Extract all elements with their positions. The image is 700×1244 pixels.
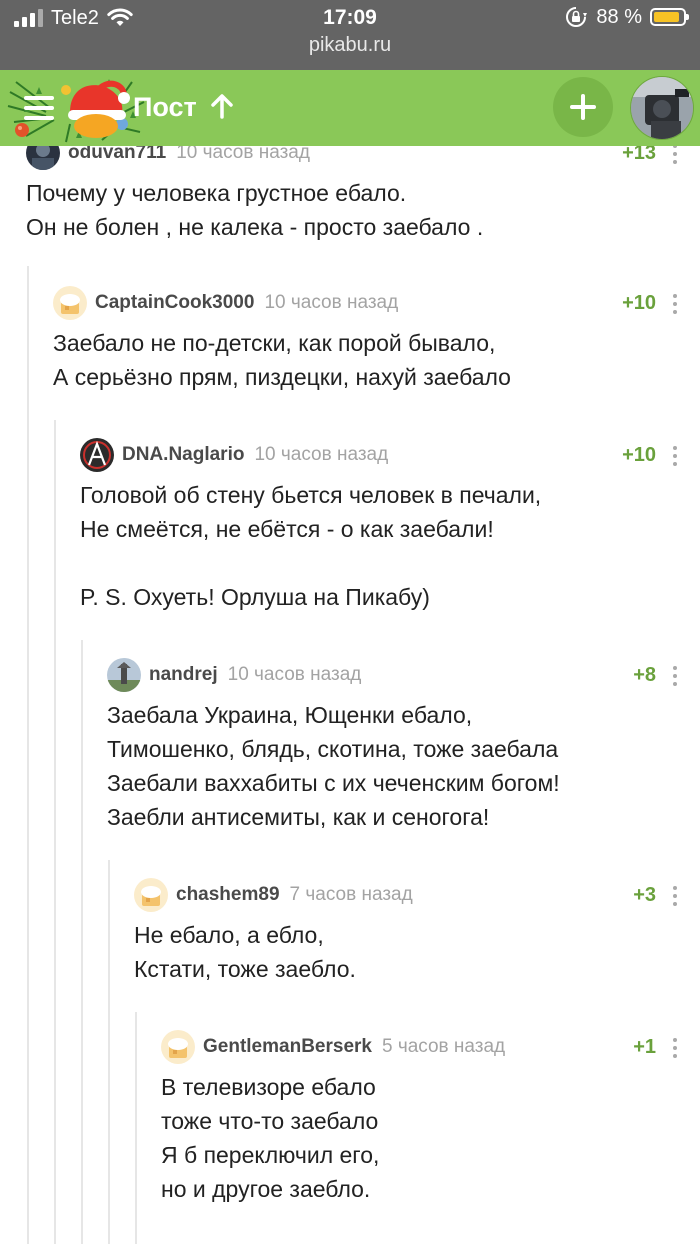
comment-text: Заебало не по-детски, как порой бывало, … xyxy=(53,330,511,390)
avatar[interactable] xyxy=(107,658,141,692)
arrow-up-icon[interactable] xyxy=(210,93,234,119)
comment-rating: +10 xyxy=(622,292,656,314)
avatar[interactable] xyxy=(26,146,60,170)
comment: GentlemanBerserk 5 часов назад +1 В телев… xyxy=(161,1030,700,1206)
comment-time: 5 часов назад xyxy=(381,1036,506,1057)
comment-text: В телевизоре ебало тоже что-то заебало Я… xyxy=(161,1074,380,1202)
comment-header: nandrej 10 часов назад +8 xyxy=(107,658,700,698)
comment-rating: +13 xyxy=(622,146,656,164)
app-header: Пост xyxy=(0,70,700,146)
comment-time: 10 часов назад xyxy=(254,444,389,465)
comment-header: CaptainCook3000 10 часов назад +10 xyxy=(53,286,700,326)
thread-line xyxy=(54,420,56,1244)
comment-rating: +8 xyxy=(633,664,656,686)
more-options-icon[interactable] xyxy=(672,886,678,906)
comment: CaptainCook3000 10 часов назад +10 Заебал… xyxy=(53,286,700,394)
comment-author[interactable]: oduvan711 10 часов назад xyxy=(68,146,310,164)
more-options-icon[interactable] xyxy=(672,146,678,164)
avatar[interactable] xyxy=(161,1030,195,1064)
comment-header: oduvan711 10 часов назад +13 xyxy=(26,146,700,176)
comment-author[interactable]: nandrej 10 часов назад xyxy=(149,664,361,686)
comment-header: GentlemanBerserk 5 часов назад +1 xyxy=(161,1030,700,1070)
status-bar: Tele2 17:09 88 % pikabu.ru xyxy=(0,0,700,70)
comment-text: Почему у человека грустное ебало. Он не … xyxy=(26,180,484,240)
comment-author[interactable]: CaptainCook3000 10 часов назад xyxy=(95,292,398,314)
comment-rating: +10 xyxy=(622,444,656,466)
more-options-icon[interactable] xyxy=(672,1038,678,1058)
comment: chashem89 7 часов назад +3 Не ебало, а еб… xyxy=(134,878,700,986)
comment: DNA.Naglario 10 часов назад +10 Головой о… xyxy=(80,438,700,614)
comment-header: DNA.Naglario 10 часов назад +10 xyxy=(80,438,700,478)
more-options-icon[interactable] xyxy=(672,294,678,314)
battery-icon xyxy=(650,8,689,26)
comment-rating: +1 xyxy=(633,1036,656,1058)
comment-time: 10 часов назад xyxy=(227,664,362,685)
orientation-lock-icon xyxy=(566,7,588,27)
plus-icon xyxy=(570,94,596,120)
comment-text: Головой об стену бьется человек в печали… xyxy=(80,482,542,610)
comment-rating: +3 xyxy=(633,884,656,906)
avatar[interactable] xyxy=(80,438,114,472)
comment-header: chashem89 7 часов назад +3 xyxy=(134,878,700,918)
more-options-icon[interactable] xyxy=(672,446,678,466)
thread-line xyxy=(27,266,29,1244)
hamburger-menu-icon[interactable] xyxy=(24,96,54,120)
comment-author[interactable]: DNA.Naglario 10 часов назад xyxy=(122,444,388,466)
thread-line xyxy=(135,1012,137,1244)
thread-line xyxy=(81,640,83,1244)
comment-time: 10 часов назад xyxy=(264,292,399,313)
url-bar[interactable]: pikabu.ru xyxy=(0,34,700,57)
avatar[interactable] xyxy=(53,286,87,320)
comment-time: 10 часов назад xyxy=(176,146,310,163)
comment-author[interactable]: chashem89 7 часов назад xyxy=(176,884,413,906)
comment-text: Не ебало, а ебло, Кстати, тоже заебло. xyxy=(134,922,356,982)
comment-text: Заебала Украина, Ющенки ебало, Тимошенко… xyxy=(107,702,560,830)
comment-thread: oduvan711 10 часов назад +13 Почему у чел… xyxy=(0,146,700,1244)
battery-percent: 88 % xyxy=(596,5,642,28)
avatar[interactable] xyxy=(134,878,168,912)
thread-line xyxy=(108,860,110,1244)
comment: oduvan711 10 часов назад +13 Почему у чел… xyxy=(26,146,700,244)
user-avatar[interactable] xyxy=(630,76,694,140)
comment-author[interactable]: GentlemanBerserk 5 часов назад xyxy=(203,1036,505,1058)
comment-time: 7 часов назад xyxy=(289,884,413,905)
comment: nandrej 10 часов назад +8 Заебала Украина… xyxy=(107,658,700,834)
more-options-icon[interactable] xyxy=(672,666,678,686)
page-title: Пост xyxy=(133,92,197,122)
add-post-button[interactable] xyxy=(553,77,613,137)
